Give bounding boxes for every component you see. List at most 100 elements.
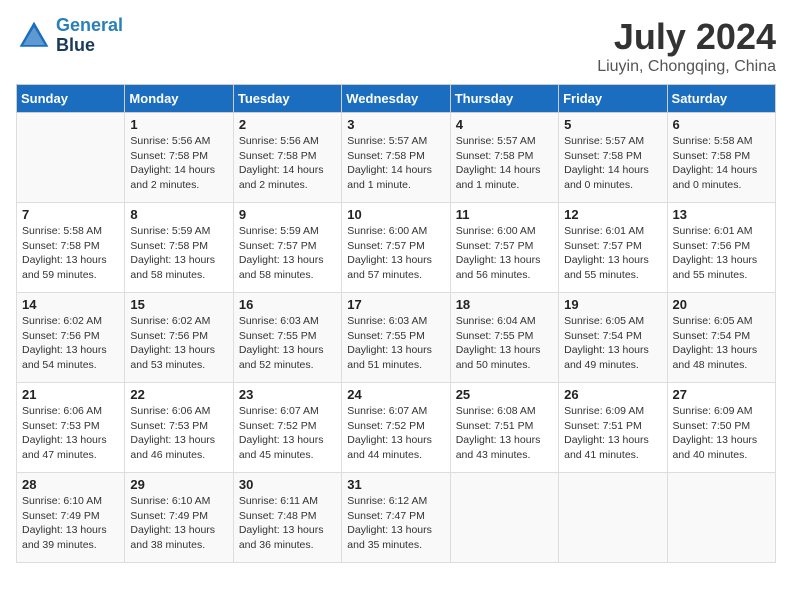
day-cell: 12 Sunrise: 6:01 AM Sunset: 7:57 PM Dayli… [559, 203, 667, 293]
day-info: Sunrise: 6:05 AM Sunset: 7:54 PM Dayligh… [673, 314, 770, 373]
calendar-header-row: SundayMondayTuesdayWednesdayThursdayFrid… [17, 85, 776, 113]
day-number: 27 [673, 387, 770, 402]
day-cell: 10Sunrise: 6:00 AM Sunset: 7:57 PM Dayli… [342, 203, 450, 293]
day-number: 1 [130, 117, 227, 132]
column-header-monday: Monday [125, 85, 233, 113]
day-cell: 18 Sunrise: 6:04 AM Sunset: 7:55 PM Dayli… [450, 293, 558, 383]
day-info: Sunrise: 6:03 AM Sunset: 7:55 PM Dayligh… [347, 314, 444, 373]
day-info: Sunrise: 5:57 AM Sunset: 7:58 PM Dayligh… [347, 134, 444, 193]
week-row-4: 21 Sunrise: 6:06 AM Sunset: 7:53 PM Dayli… [17, 383, 776, 473]
day-info: Sunrise: 6:04 AM Sunset: 7:55 PM Dayligh… [456, 314, 553, 373]
day-number: 15 [130, 297, 227, 312]
week-row-3: 14 Sunrise: 6:02 AM Sunset: 7:56 PM Dayli… [17, 293, 776, 383]
day-cell: 2 Sunrise: 5:56 AM Sunset: 7:58 PM Daylig… [233, 113, 341, 203]
day-number: 24 [347, 387, 444, 402]
day-cell: 7 Sunrise: 5:58 AM Sunset: 7:58 PM Daylig… [17, 203, 125, 293]
day-number: 31 [347, 477, 444, 492]
week-row-5: 28 Sunrise: 6:10 AM Sunset: 7:49 PM Dayli… [17, 473, 776, 563]
day-number: 19 [564, 297, 661, 312]
day-cell: 4 Sunrise: 5:57 AM Sunset: 7:58 PM Daylig… [450, 113, 558, 203]
day-cell: 26 Sunrise: 6:09 AM Sunset: 7:51 PM Dayli… [559, 383, 667, 473]
day-number: 7 [22, 207, 119, 222]
day-number: 25 [456, 387, 553, 402]
day-cell: 23 Sunrise: 6:07 AM Sunset: 7:52 PM Dayli… [233, 383, 341, 473]
day-cell [559, 473, 667, 563]
day-cell: 27Sunrise: 6:09 AM Sunset: 7:50 PM Dayli… [667, 383, 775, 473]
day-cell: 15 Sunrise: 6:02 AM Sunset: 7:56 PM Dayli… [125, 293, 233, 383]
day-cell: 17 Sunrise: 6:03 AM Sunset: 7:55 PM Dayli… [342, 293, 450, 383]
day-number: 22 [130, 387, 227, 402]
day-number: 5 [564, 117, 661, 132]
day-cell: 6Sunrise: 5:58 AM Sunset: 7:58 PM Daylig… [667, 113, 775, 203]
day-cell: 8 Sunrise: 5:59 AM Sunset: 7:58 PM Daylig… [125, 203, 233, 293]
day-cell: 31 Sunrise: 6:12 AM Sunset: 7:47 PM Dayli… [342, 473, 450, 563]
logo-icon [16, 18, 52, 54]
day-number: 10 [347, 207, 444, 222]
day-info: Sunrise: 5:56 AM Sunset: 7:58 PM Dayligh… [239, 134, 336, 193]
day-cell: 29 Sunrise: 6:10 AM Sunset: 7:49 PM Dayli… [125, 473, 233, 563]
day-cell: 20 Sunrise: 6:05 AM Sunset: 7:54 PM Dayli… [667, 293, 775, 383]
day-info: Sunrise: 6:09 AM Sunset: 7:51 PM Dayligh… [564, 404, 661, 463]
day-number: 12 [564, 207, 661, 222]
day-number: 6 [673, 117, 770, 132]
main-title: July 2024 [597, 16, 776, 58]
day-cell: 9Sunrise: 5:59 AM Sunset: 7:57 PM Daylig… [233, 203, 341, 293]
day-number: 16 [239, 297, 336, 312]
column-header-tuesday: Tuesday [233, 85, 341, 113]
column-header-friday: Friday [559, 85, 667, 113]
day-number: 28 [22, 477, 119, 492]
day-info: Sunrise: 6:01 AM Sunset: 7:57 PM Dayligh… [564, 224, 661, 283]
subtitle: Liuyin, Chongqing, China [597, 58, 776, 76]
day-info: Sunrise: 6:08 AM Sunset: 7:51 PM Dayligh… [456, 404, 553, 463]
day-info: Sunrise: 5:56 AM Sunset: 7:58 PM Dayligh… [130, 134, 227, 193]
day-info: Sunrise: 6:11 AM Sunset: 7:48 PM Dayligh… [239, 494, 336, 553]
day-info: Sunrise: 6:01 AM Sunset: 7:56 PM Dayligh… [673, 224, 770, 283]
day-info: Sunrise: 6:12 AM Sunset: 7:47 PM Dayligh… [347, 494, 444, 553]
day-number: 26 [564, 387, 661, 402]
day-cell [450, 473, 558, 563]
day-info: Sunrise: 6:07 AM Sunset: 7:52 PM Dayligh… [347, 404, 444, 463]
day-cell: 30 Sunrise: 6:11 AM Sunset: 7:48 PM Dayli… [233, 473, 341, 563]
day-number: 14 [22, 297, 119, 312]
day-number: 20 [673, 297, 770, 312]
day-cell: 21 Sunrise: 6:06 AM Sunset: 7:53 PM Dayli… [17, 383, 125, 473]
day-number: 11 [456, 207, 553, 222]
day-number: 18 [456, 297, 553, 312]
day-number: 23 [239, 387, 336, 402]
day-number: 21 [22, 387, 119, 402]
day-number: 4 [456, 117, 553, 132]
day-info: Sunrise: 6:07 AM Sunset: 7:52 PM Dayligh… [239, 404, 336, 463]
day-number: 2 [239, 117, 336, 132]
day-number: 8 [130, 207, 227, 222]
day-number: 30 [239, 477, 336, 492]
day-cell [17, 113, 125, 203]
day-info: Sunrise: 5:57 AM Sunset: 7:58 PM Dayligh… [456, 134, 553, 193]
column-header-saturday: Saturday [667, 85, 775, 113]
day-info: Sunrise: 6:02 AM Sunset: 7:56 PM Dayligh… [22, 314, 119, 373]
day-cell: 24 Sunrise: 6:07 AM Sunset: 7:52 PM Dayli… [342, 383, 450, 473]
page-header: General Blue July 2024 Liuyin, Chongqing… [16, 16, 776, 76]
day-number: 29 [130, 477, 227, 492]
day-info: Sunrise: 5:59 AM Sunset: 7:57 PM Dayligh… [239, 224, 336, 283]
day-info: Sunrise: 5:57 AM Sunset: 7:58 PM Dayligh… [564, 134, 661, 193]
day-cell: 19Sunrise: 6:05 AM Sunset: 7:54 PM Dayli… [559, 293, 667, 383]
day-cell: 11 Sunrise: 6:00 AM Sunset: 7:57 PM Dayli… [450, 203, 558, 293]
day-cell: 28Sunrise: 6:10 AM Sunset: 7:49 PM Dayli… [17, 473, 125, 563]
logo-text: General Blue [56, 16, 123, 56]
day-cell: 5 Sunrise: 5:57 AM Sunset: 7:58 PM Daylig… [559, 113, 667, 203]
column-header-wednesday: Wednesday [342, 85, 450, 113]
day-cell [667, 473, 775, 563]
day-info: Sunrise: 6:10 AM Sunset: 7:49 PM Dayligh… [130, 494, 227, 553]
day-number: 3 [347, 117, 444, 132]
calendar-body: 1 Sunrise: 5:56 AM Sunset: 7:58 PM Daylig… [17, 113, 776, 563]
week-row-2: 7 Sunrise: 5:58 AM Sunset: 7:58 PM Daylig… [17, 203, 776, 293]
day-cell: 16Sunrise: 6:03 AM Sunset: 7:55 PM Dayli… [233, 293, 341, 383]
day-info: Sunrise: 6:06 AM Sunset: 7:53 PM Dayligh… [22, 404, 119, 463]
day-info: Sunrise: 6:00 AM Sunset: 7:57 PM Dayligh… [456, 224, 553, 283]
day-info: Sunrise: 5:59 AM Sunset: 7:58 PM Dayligh… [130, 224, 227, 283]
day-cell: 22Sunrise: 6:06 AM Sunset: 7:53 PM Dayli… [125, 383, 233, 473]
calendar-table: SundayMondayTuesdayWednesdayThursdayFrid… [16, 84, 776, 563]
day-number: 17 [347, 297, 444, 312]
day-info: Sunrise: 5:58 AM Sunset: 7:58 PM Dayligh… [22, 224, 119, 283]
day-info: Sunrise: 6:02 AM Sunset: 7:56 PM Dayligh… [130, 314, 227, 373]
